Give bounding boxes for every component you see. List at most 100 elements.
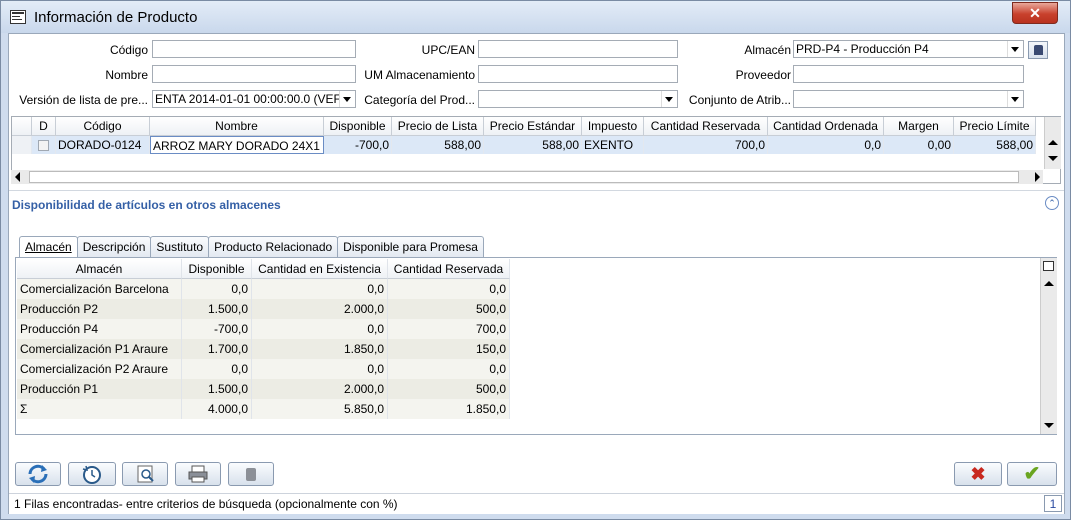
chevron-down-icon[interactable] bbox=[661, 91, 677, 107]
tab-disponible-promesa[interactable]: Disponible para Promesa bbox=[337, 236, 484, 257]
zoom-icon bbox=[137, 465, 154, 483]
margen-cell: 0,00 bbox=[884, 136, 954, 154]
tab-almacen[interactable]: Almacén bbox=[19, 236, 78, 258]
table-row[interactable]: DORADO-0124 ARROZ MARY DORADO 24X1 -700,… bbox=[12, 136, 1036, 154]
col-header[interactable]: Cantidad Reservada bbox=[388, 259, 510, 279]
refresh-icon bbox=[28, 464, 48, 484]
precio-estandar-cell: 588,00 bbox=[484, 136, 582, 154]
col-header[interactable]: Precio de Lista bbox=[392, 117, 484, 135]
table-row[interactable]: Producción P2 1.500,0 2.000,0 500,0 bbox=[17, 299, 510, 319]
almacen-select[interactable]: PRD-P4 - Producción P4 bbox=[793, 40, 1024, 58]
upc-field[interactable] bbox=[478, 40, 678, 58]
row-selector[interactable] bbox=[12, 136, 32, 154]
codigo-cell: DORADO-0124 bbox=[56, 136, 150, 154]
categoria-select[interactable] bbox=[478, 90, 678, 108]
cant-ordenada-cell: 0,0 bbox=[768, 136, 884, 154]
d-checkbox-cell[interactable] bbox=[32, 136, 56, 154]
col-header[interactable]: Nombre bbox=[150, 117, 324, 135]
col-header[interactable]: Cantidad Reservada bbox=[644, 117, 768, 135]
lock-icon bbox=[246, 468, 256, 481]
collapse-icon[interactable]: ⌃ bbox=[1045, 196, 1059, 210]
table-row[interactable]: Comercialización P1 Araure 1.700,0 1.850… bbox=[17, 339, 510, 359]
scroll-down-icon[interactable] bbox=[1044, 423, 1054, 428]
grid-header: D Código Nombre Disponible Precio de Lis… bbox=[12, 117, 1036, 136]
cancel-button[interactable]: ✖ bbox=[954, 462, 1002, 486]
stock-vertical-scrollbar[interactable] bbox=[1040, 258, 1057, 434]
grid-vertical-scrollbar[interactable] bbox=[1044, 117, 1061, 169]
print-button[interactable] bbox=[175, 462, 221, 486]
col-header[interactable]: Disponible bbox=[324, 117, 392, 135]
existencia-cell: 1.850,0 bbox=[252, 339, 388, 359]
col-header[interactable]: D bbox=[32, 117, 56, 135]
um-field[interactable] bbox=[478, 65, 678, 83]
reservada-total: 1.850,0 bbox=[388, 399, 510, 419]
col-header[interactable]: Cantidad en Existencia bbox=[252, 259, 388, 279]
table-row[interactable]: Producción P4 -700,0 0,0 700,0 bbox=[17, 319, 510, 339]
scroll-left-icon[interactable] bbox=[15, 172, 20, 182]
col-header[interactable]: Precio Estándar bbox=[484, 117, 582, 135]
scroll-down-icon[interactable] bbox=[1048, 156, 1058, 161]
um-label: UM Almacenamiento bbox=[364, 68, 475, 82]
almacen-cell: Producción P1 bbox=[17, 379, 182, 399]
almacen-info-button[interactable] bbox=[1028, 41, 1048, 59]
history-button[interactable] bbox=[68, 462, 116, 486]
table-row[interactable]: Comercialización P2 Araure 0,0 0,0 0,0 bbox=[17, 359, 510, 379]
tab-bar: Almacén Descripción Sustituto Producto R… bbox=[19, 236, 484, 258]
col-header[interactable]: Código bbox=[56, 117, 150, 135]
tab-producto-relacionado[interactable]: Producto Relacionado bbox=[208, 236, 339, 257]
existencia-total: 5.850,0 bbox=[252, 399, 388, 419]
zoom-button[interactable] bbox=[122, 462, 168, 486]
col-header[interactable]: Almacén bbox=[17, 259, 182, 279]
row-count-badge[interactable]: 1 bbox=[1044, 495, 1062, 512]
col-header[interactable]: Margen bbox=[884, 117, 954, 135]
cant-reservada-cell: 700,0 bbox=[644, 136, 768, 154]
disponible-total: 4.000,0 bbox=[182, 399, 252, 419]
close-button[interactable]: ✕ bbox=[1012, 2, 1058, 24]
history-icon bbox=[82, 465, 101, 484]
disponible-cell: -700,0 bbox=[324, 136, 392, 154]
col-header[interactable]: Precio Límite bbox=[954, 117, 1036, 135]
stock-table: Almacén Disponible Cantidad en Existenci… bbox=[17, 259, 510, 419]
reservada-cell: 0,0 bbox=[388, 279, 510, 299]
lock-button[interactable] bbox=[228, 462, 274, 486]
chevron-down-icon[interactable] bbox=[339, 91, 355, 107]
almacen-cell: Comercialización P1 Araure bbox=[17, 339, 182, 359]
scroll-up-icon[interactable] bbox=[1044, 281, 1054, 286]
nombre-field[interactable] bbox=[152, 65, 356, 83]
refresh-button[interactable] bbox=[15, 462, 61, 486]
status-text: 1 Filas encontradas- entre criterios de … bbox=[14, 497, 398, 511]
scroll-up-icon[interactable] bbox=[1048, 140, 1058, 145]
disponible-cell: 0,0 bbox=[182, 279, 252, 299]
nombre-cell[interactable]: ARROZ MARY DORADO 24X1 bbox=[150, 136, 324, 154]
chevron-down-icon[interactable] bbox=[1007, 91, 1023, 107]
upc-label: UPC/EAN bbox=[421, 43, 475, 57]
conjunto-select[interactable] bbox=[793, 90, 1024, 108]
table-row[interactable]: Comercialización Barcelona 0,0 0,0 0,0 bbox=[17, 279, 510, 299]
product-info-window: Información de Producto ✕ Código UPC/EAN… bbox=[0, 0, 1071, 520]
d-checkbox[interactable] bbox=[38, 140, 49, 151]
window-title: Información de Producto bbox=[34, 9, 198, 26]
codigo-field[interactable] bbox=[152, 40, 356, 58]
proveedor-field[interactable] bbox=[793, 65, 1024, 83]
scroll-right-icon[interactable] bbox=[1035, 172, 1040, 182]
version-lista-select[interactable]: ENTA 2014-01-01 00:00:00.0 (VEF bbox=[152, 90, 356, 108]
print-icon bbox=[188, 465, 208, 483]
version-lista-value: ENTA 2014-01-01 00:00:00.0 (VEF bbox=[155, 92, 341, 106]
column-chooser-icon[interactable] bbox=[1043, 261, 1054, 271]
chevron-down-icon[interactable] bbox=[1007, 41, 1023, 57]
precio-limite-cell: 588,00 bbox=[954, 136, 1036, 154]
col-header[interactable]: Disponible bbox=[182, 259, 252, 279]
nombre-label: Nombre bbox=[105, 68, 148, 82]
almacen-cell: Comercialización Barcelona bbox=[17, 279, 182, 299]
col-header[interactable]: Cantidad Ordenada bbox=[768, 117, 884, 135]
tab-sustituto[interactable]: Sustituto bbox=[150, 236, 210, 257]
existencia-cell: 0,0 bbox=[252, 359, 388, 379]
scroll-thumb[interactable] bbox=[29, 171, 1019, 183]
ok-button[interactable]: ✔ bbox=[1007, 462, 1057, 486]
reservada-cell: 150,0 bbox=[388, 339, 510, 359]
tab-descripcion[interactable]: Descripción bbox=[76, 236, 152, 257]
categoria-label: Categoría del Prod... bbox=[364, 93, 475, 107]
table-row[interactable]: Producción P1 1.500,0 2.000,0 500,0 bbox=[17, 379, 510, 399]
grid-horizontal-scrollbar[interactable] bbox=[11, 170, 1043, 184]
col-header[interactable]: Impuesto bbox=[582, 117, 644, 135]
